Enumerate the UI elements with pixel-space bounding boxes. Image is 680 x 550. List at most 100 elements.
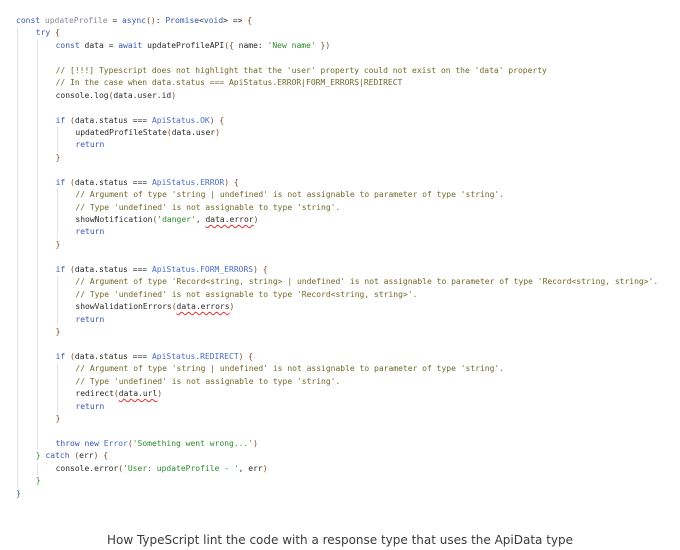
indent-guide	[17, 27, 18, 40]
code-token: }	[35, 476, 41, 486]
code-token: // Argument of type 'Record<string, stri…	[75, 277, 659, 287]
type-error-token: data.error	[205, 215, 254, 224]
indent-guide	[17, 64, 18, 78]
indent-guide	[36, 102, 38, 115]
indent-guide	[17, 462, 18, 476]
code-token: {	[247, 16, 253, 25]
code-token: > =>	[223, 16, 248, 25]
indent-guide	[17, 39, 18, 53]
code-token: const	[16, 16, 45, 25]
indent-guide	[36, 313, 38, 326]
indent-guide	[17, 251, 18, 264]
indent-guide	[36, 64, 38, 78]
code-token: await	[118, 40, 148, 50]
indent-guide	[36, 164, 38, 177]
code-token: // In the case when data.status === ApiS…	[55, 78, 403, 88]
code-token: data.status ===	[74, 264, 152, 274]
indent-guide	[17, 325, 18, 339]
indent-guide	[17, 126, 18, 140]
code-token: Promise	[165, 16, 200, 25]
code-token: ({	[224, 40, 239, 50]
indent-guide	[17, 375, 18, 389]
code-token: , err	[238, 463, 263, 473]
indent-guide	[56, 189, 58, 202]
indent-guide	[17, 425, 18, 438]
code-token: 'User: updateProfile - '	[123, 463, 239, 473]
indent-guide	[36, 151, 38, 165]
indent-guide	[36, 77, 38, 90]
indent-guide	[17, 313, 18, 326]
code-token: }	[35, 451, 46, 461]
code-token: data =	[84, 40, 119, 50]
code-token: // Type 'undefined' is not assignable to…	[75, 202, 341, 212]
indent-guide	[56, 375, 58, 389]
code-token: updatedProfileState	[75, 127, 167, 137]
indent-guide	[56, 126, 58, 140]
indent-guide	[56, 226, 58, 239]
code-token: if	[55, 115, 71, 125]
indent-guide	[36, 462, 38, 476]
indent-guide	[17, 226, 18, 239]
image-caption: How TypeScript lint the code with a resp…	[106, 533, 574, 547]
code-token: ApiStatus.FORM_ERRORS	[151, 264, 254, 274]
indent-guide	[17, 276, 18, 289]
indent-guide	[36, 413, 38, 426]
indent-guide	[36, 226, 38, 239]
code-token: :	[155, 16, 166, 25]
indent-guide	[17, 176, 18, 190]
indent-guide	[56, 388, 58, 401]
code-token: }	[55, 239, 61, 249]
indent-guide	[17, 102, 18, 115]
indent-guide	[36, 437, 38, 451]
code-token: redirect	[75, 389, 114, 399]
code-token: err	[79, 451, 94, 461]
code-token: ) {	[253, 264, 268, 274]
code-token: showValidationErrors	[75, 302, 172, 312]
indent-guide	[56, 363, 58, 376]
indent-guide	[17, 238, 18, 252]
code-token: ) {	[224, 177, 239, 187]
code-token: throw new	[55, 438, 104, 448]
code-token: ) {	[238, 351, 254, 361]
indent-guide	[36, 363, 38, 376]
code-token: async	[121, 16, 147, 25]
code-token: showNotification	[75, 215, 153, 224]
code-token: data.user.id	[113, 90, 172, 100]
code-token: if	[55, 177, 71, 187]
code-token: catch	[45, 451, 75, 461]
code-token: ()	[146, 16, 156, 25]
indent-guide	[17, 89, 18, 103]
code-token: console.error	[55, 463, 119, 473]
indent-guide	[56, 400, 58, 413]
indent-guide	[36, 251, 38, 264]
code-token: {	[55, 28, 60, 38]
indent-guide	[17, 151, 18, 165]
code-token: updateProfileAPI	[147, 40, 225, 50]
code-token: void	[203, 16, 224, 25]
indent-guide	[36, 425, 38, 438]
code-token: // Type 'undefined' is not assignable to…	[75, 289, 418, 299]
type-error-token: data.errors	[176, 302, 230, 312]
code-token: console.log	[55, 90, 109, 100]
indent-guide	[36, 52, 38, 65]
indent-guide	[17, 139, 18, 152]
indent-guide	[17, 450, 18, 463]
code-token: )	[253, 215, 259, 224]
indent-guide	[56, 313, 58, 326]
indent-guide	[36, 238, 38, 252]
indent-guide	[17, 114, 18, 127]
code-token: // Type 'undefined' is not assignable to…	[75, 376, 341, 386]
code-token: data.user	[171, 127, 216, 137]
indent-guide	[56, 139, 58, 152]
indent-guide	[36, 214, 38, 227]
code-token: return	[75, 314, 105, 324]
code-token: ) {	[209, 115, 225, 125]
indent-guide	[17, 189, 18, 202]
code-token: )	[157, 389, 163, 399]
indent-guide	[17, 413, 18, 426]
code-token: )	[253, 438, 258, 448]
code-token: ApiStatus.OK	[151, 115, 210, 125]
code-token: // Argument of type 'string | undefined'…	[75, 364, 505, 374]
indent-guide	[36, 39, 38, 53]
code-token: data.status ===	[74, 177, 152, 187]
